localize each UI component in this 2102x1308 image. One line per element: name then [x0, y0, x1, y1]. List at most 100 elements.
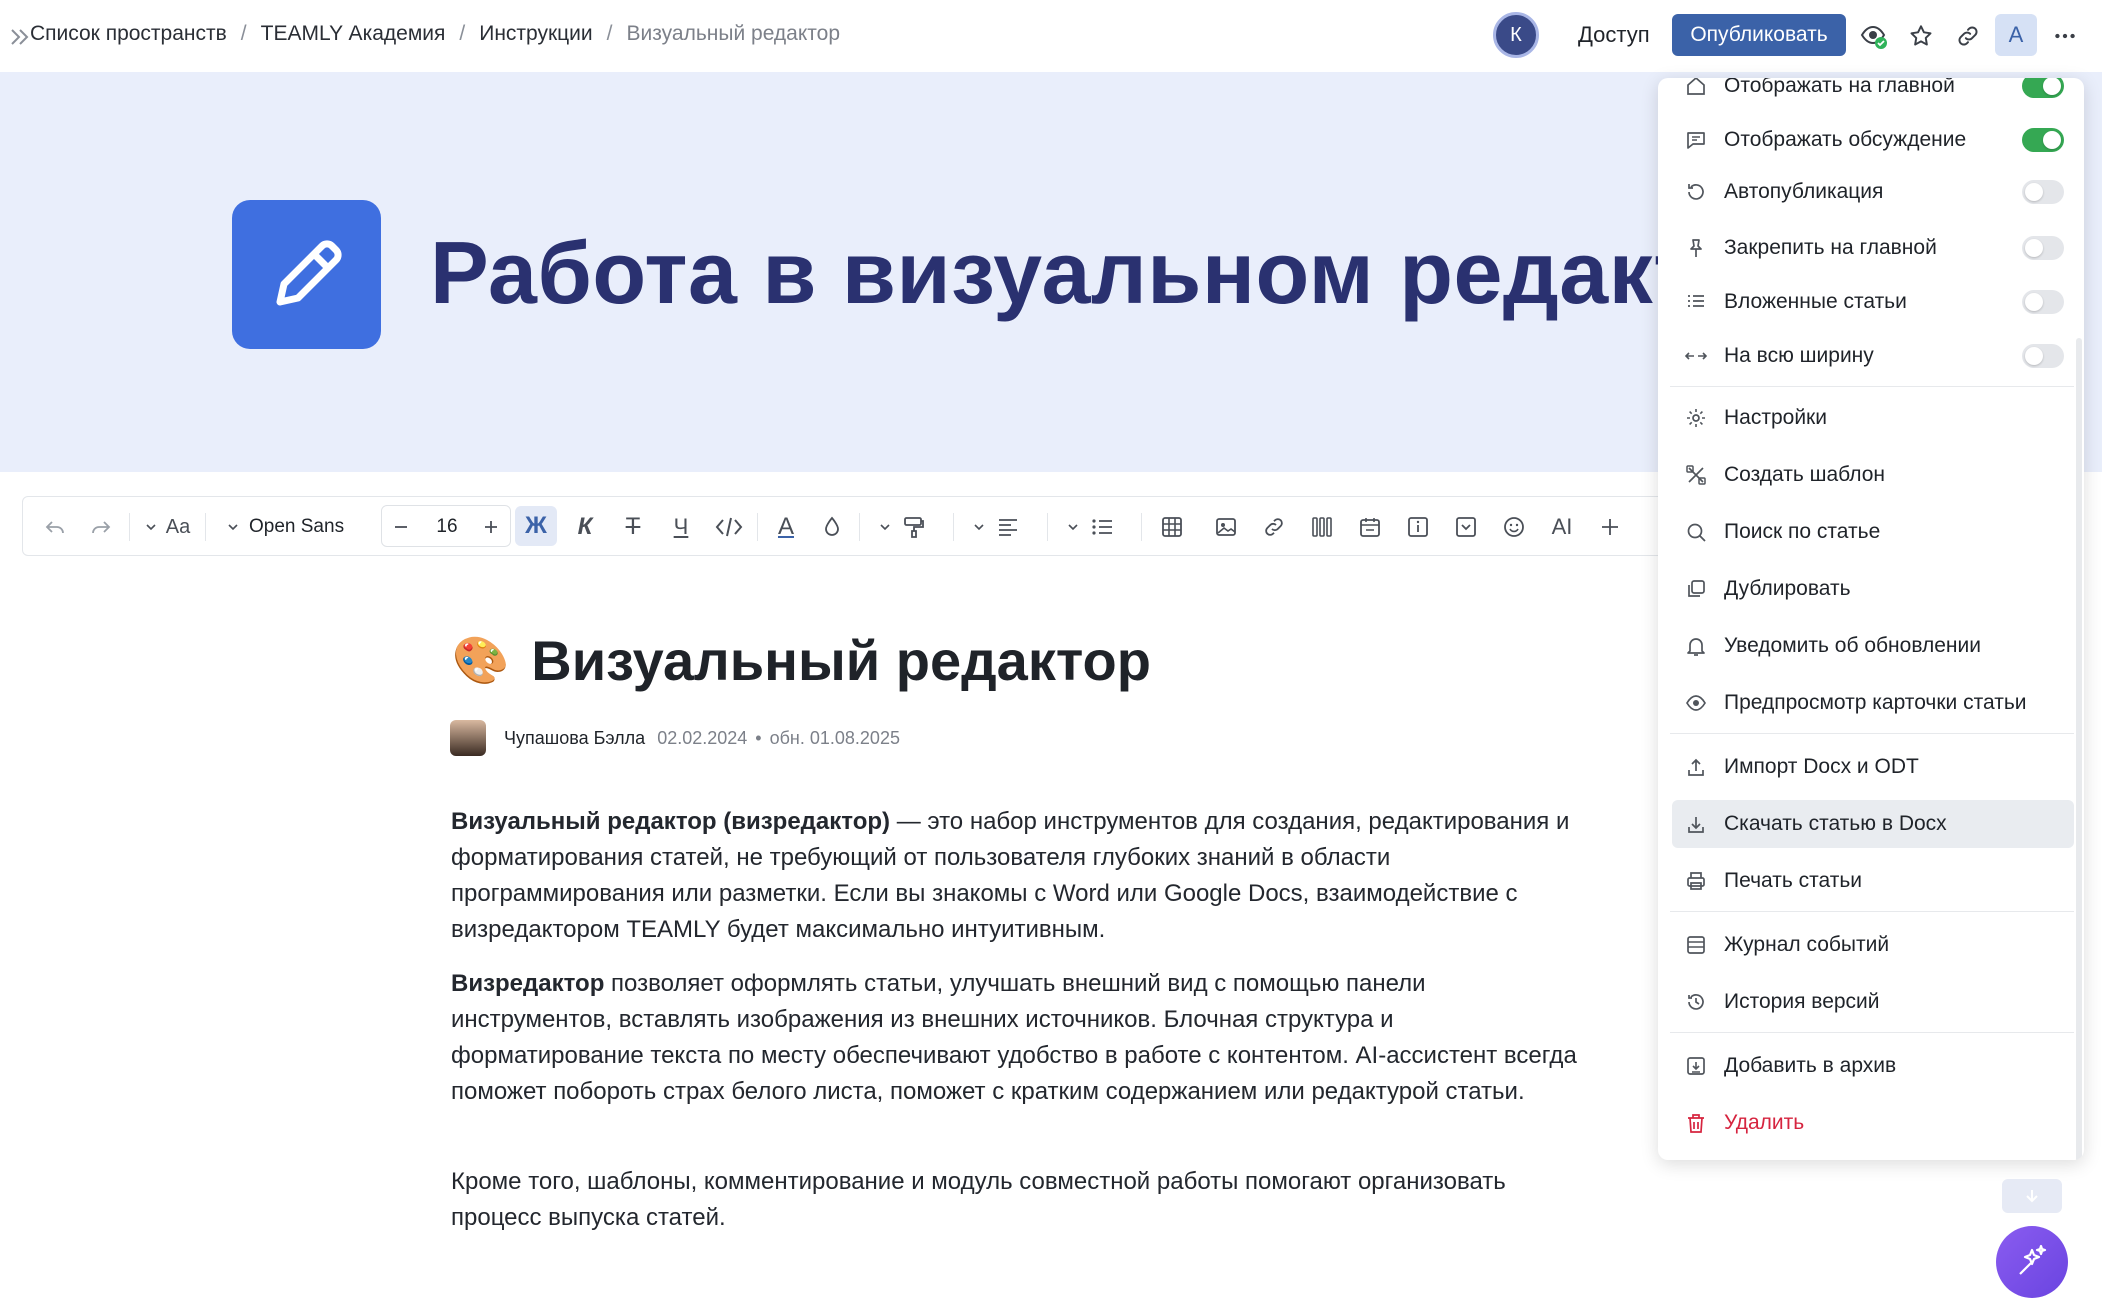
menu-item-download-docx[interactable]: Скачать статью в Docx — [1672, 800, 2074, 848]
increase-font-size-icon[interactable] — [475, 511, 507, 543]
calendar-icon[interactable] — [1353, 511, 1387, 543]
bullet-list-icon[interactable] — [1085, 511, 1119, 543]
search-icon — [1682, 518, 1710, 546]
menu-item-archive[interactable]: Добавить в архив — [1672, 1042, 2074, 1090]
updated-date: обн. 01.08.2025 — [769, 727, 900, 748]
scroll-down-icon[interactable] — [2002, 1179, 2062, 1213]
menu-toggle-pin-on-main[interactable]: Закрепить на главной — [1672, 224, 2074, 272]
chevron-down-icon[interactable] — [141, 511, 161, 543]
toolbar-divider — [1141, 513, 1142, 541]
article-paragraph: Визредактор позволяет оформлять статьи, … — [451, 966, 1581, 1110]
code-icon[interactable] — [711, 511, 747, 543]
menu-item-print[interactable]: Печать статьи — [1672, 857, 2074, 905]
article-meta: Чупашова Бэлла 02.02.2024 • обн. 01.08.2… — [450, 720, 900, 756]
toggle-switch[interactable] — [2022, 236, 2064, 260]
expand-block-icon[interactable] — [1449, 511, 1483, 543]
user-avatar[interactable]: К — [1493, 12, 1539, 58]
more-icon[interactable] — [2049, 20, 2081, 52]
created-date: 02.02.2024 — [657, 727, 748, 748]
format-painter-icon[interactable] — [897, 511, 931, 543]
menu-scrollbar[interactable] — [2076, 338, 2082, 1160]
menu-item-label: Уведомить об обновлении — [1724, 634, 1981, 657]
bold-button[interactable]: Ж — [515, 506, 557, 546]
toolbar-divider — [953, 513, 954, 541]
menu-item-delete[interactable]: Удалить — [1672, 1099, 2074, 1147]
breadcrumb-item-spaces[interactable]: Список пространств — [30, 22, 227, 46]
breadcrumb-item-instructions[interactable]: Инструкции — [479, 22, 592, 46]
upload-icon — [1682, 753, 1710, 781]
menu-toggle-show-discussion[interactable]: Отображать обсуждение — [1672, 116, 2074, 164]
chevron-down-icon[interactable] — [223, 511, 243, 543]
menu-item-label: Предпросмотр карточки статьи — [1724, 691, 2027, 714]
menu-item-search-article[interactable]: Поиск по статье — [1672, 508, 2074, 556]
toggle-switch[interactable] — [2022, 128, 2064, 152]
menu-item-event-log[interactable]: Журнал событий — [1672, 921, 2074, 969]
menu-item-duplicate[interactable]: Дублировать — [1672, 565, 2074, 613]
undo-icon[interactable] — [39, 511, 71, 543]
author-name[interactable]: Чупашова Бэлла — [504, 728, 645, 749]
menu-item-notify[interactable]: Уведомить об обновлении — [1672, 622, 2074, 670]
text-color-button[interactable]: А — [769, 511, 803, 543]
profile-avatar[interactable]: А — [1995, 14, 2037, 56]
menu-item-settings[interactable]: Настройки — [1672, 394, 2074, 442]
top-bar: Список пространств / TEAMLY Академия / И… — [0, 0, 2102, 72]
toggle-switch[interactable] — [2022, 78, 2064, 98]
menu-item-label: История версий — [1724, 990, 1880, 1013]
menu-item-version-history[interactable]: История версий — [1672, 978, 2074, 1026]
italic-button[interactable]: К — [567, 511, 603, 543]
menu-item-label: Вложенные статьи — [1724, 290, 1907, 313]
columns-icon[interactable] — [1305, 511, 1339, 543]
underline-button[interactable]: Ч — [663, 511, 699, 543]
menu-item-create-template[interactable]: Создать шаблон — [1672, 451, 2074, 499]
article-paragraph: Кроме того, шаблоны, комментирование и м… — [451, 1168, 1506, 1231]
redo-icon[interactable] — [85, 511, 117, 543]
chevron-down-icon[interactable] — [875, 511, 895, 543]
align-left-icon[interactable] — [991, 511, 1025, 543]
decrease-font-size-icon[interactable] — [385, 511, 417, 543]
journal-icon — [1682, 931, 1710, 959]
menu-toggle-full-width[interactable]: На всю ширину — [1672, 332, 2074, 380]
article-paragraph: Визуальный редактор (визредактор) — это … — [451, 804, 1581, 948]
access-button[interactable]: Доступ — [1578, 22, 1650, 48]
menu-item-preview-card[interactable]: Предпросмотр карточки статьи — [1672, 679, 2074, 727]
highlight-drop-icon[interactable] — [815, 511, 849, 543]
menu-divider — [1670, 1032, 2074, 1033]
ai-assistant-button[interactable]: AI — [1545, 511, 1579, 543]
menu-item-import[interactable]: Импорт Docx и ODT — [1672, 743, 2074, 791]
author-avatar[interactable] — [450, 720, 486, 756]
toolbar-divider — [1047, 513, 1048, 541]
font-family-select[interactable]: Open Sans — [249, 511, 369, 543]
insert-plus-icon[interactable] — [1593, 511, 1627, 543]
chevron-down-icon[interactable] — [969, 511, 989, 543]
menu-toggle-show-on-main[interactable]: Отображать на главной — [1672, 78, 2074, 110]
home-icon — [1682, 78, 1710, 100]
star-icon[interactable] — [1905, 20, 1937, 52]
bell-icon — [1682, 632, 1710, 660]
strikethrough-button[interactable]: Т — [615, 511, 651, 543]
article-actions-menu: Отображать на главной Отображать обсужде… — [1658, 78, 2084, 1160]
ai-sparkle-icon[interactable] — [1996, 1226, 2068, 1298]
palette-emoji-icon[interactable]: 🎨 — [452, 633, 509, 688]
emoji-icon[interactable] — [1497, 511, 1531, 543]
toggle-switch[interactable] — [2022, 290, 2064, 314]
font-size-input[interactable]: 16 — [427, 511, 467, 543]
info-block-icon[interactable] — [1401, 511, 1435, 543]
insert-link-icon[interactable] — [1257, 511, 1291, 543]
publish-button[interactable]: Опубликовать — [1672, 14, 1846, 56]
menu-toggle-autopublish[interactable]: Автопубликация — [1672, 168, 2074, 216]
toggle-switch[interactable] — [2022, 180, 2064, 204]
chevron-down-icon[interactable] — [1063, 511, 1083, 543]
breadcrumb-item-academy[interactable]: TEAMLY Академия — [261, 22, 446, 46]
link-icon[interactable] — [1952, 20, 1984, 52]
visibility-icon[interactable] — [1858, 20, 1890, 52]
image-icon[interactable] — [1209, 511, 1243, 543]
table-icon[interactable] — [1155, 511, 1189, 543]
menu-item-label: Дублировать — [1724, 577, 1851, 600]
article-title: 🎨 Визуальный редактор — [452, 628, 1151, 693]
toggle-switch[interactable] — [2022, 344, 2064, 368]
menu-toggle-nested-articles[interactable]: Вложенные статьи — [1672, 278, 2074, 326]
archive-icon — [1682, 1052, 1710, 1080]
toolbar-divider — [129, 513, 130, 541]
menu-item-label: Удалить — [1724, 1111, 1805, 1134]
text-style-dropdown[interactable]: Aa — [161, 511, 195, 543]
